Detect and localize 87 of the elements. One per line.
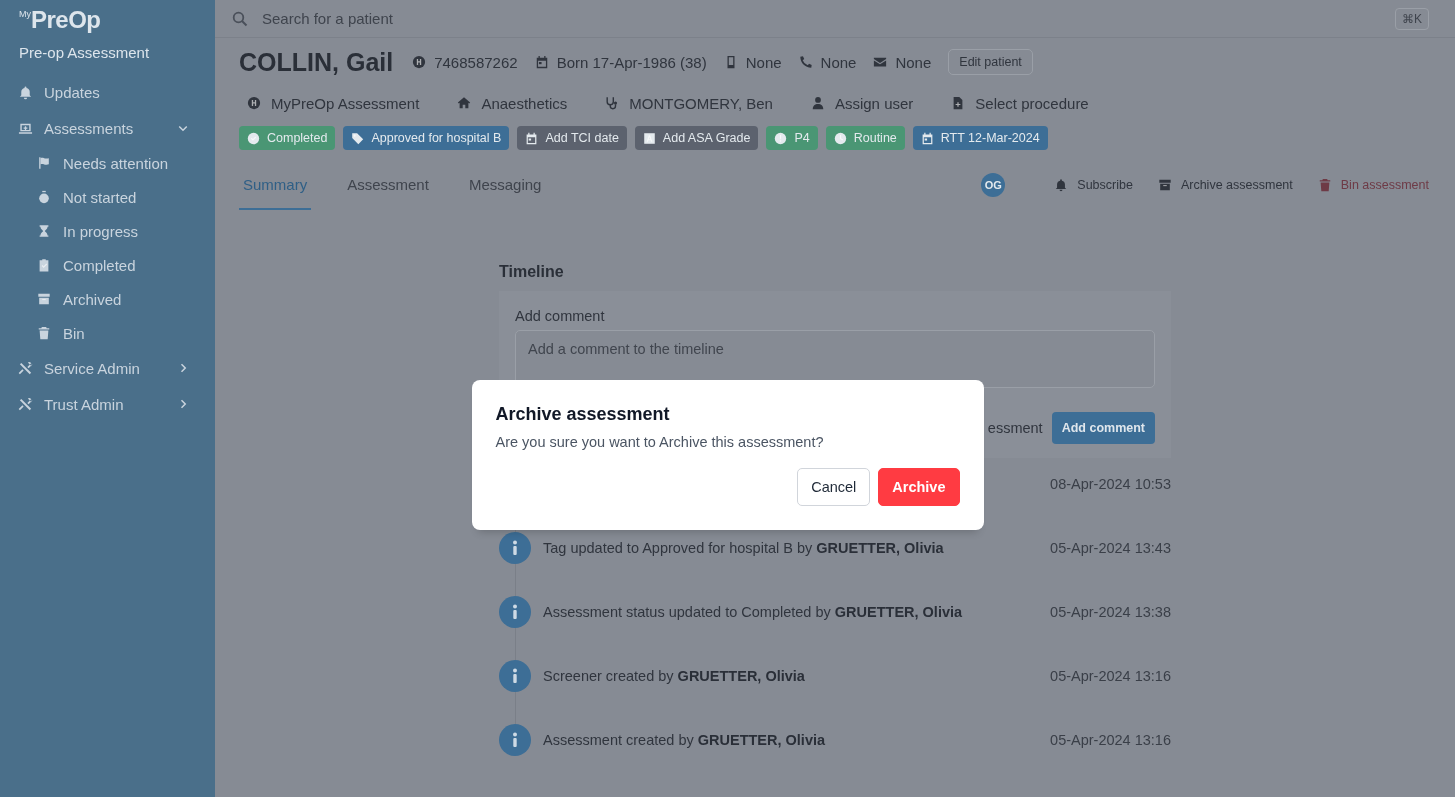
patient-detail[interactable]: Assign user	[834, 94, 914, 112]
sidebar-subitem[interactable]: Completed	[0, 248, 215, 282]
sidebar-subitem[interactable]: In progress	[0, 214, 215, 248]
timestamp: 05-Apr-2024 13:16	[1050, 668, 1171, 684]
archive-box-icon	[1157, 178, 1172, 192]
sidebar-item[interactable]: Trust Admin	[0, 386, 215, 422]
calendar-icon	[534, 55, 549, 69]
patient-info: None	[820, 53, 857, 71]
flag-icon	[37, 156, 51, 170]
patient-detail[interactable]: Select procedure	[975, 94, 1089, 112]
hospital-icon	[247, 96, 261, 110]
tag[interactable]: RTT 12-Mar-2024	[912, 126, 1048, 150]
sidebar-item[interactable]: Updates	[0, 74, 215, 110]
stethoscope-icon	[605, 96, 620, 110]
field-label: Add comment	[515, 308, 605, 324]
sidebar-subitem[interactable]: Needs attention	[0, 146, 215, 180]
bell-icon	[1054, 178, 1069, 192]
clock-icon	[833, 131, 847, 145]
patient-name: COLLIN, Gail	[239, 47, 394, 77]
tag[interactable]: Add TCI date	[517, 126, 627, 150]
tab[interactable]: Messaging	[464, 160, 546, 210]
tab[interactable]: Summary	[239, 160, 312, 210]
calendar-icon	[525, 131, 539, 145]
tag[interactable]: Add ASA Grade	[634, 126, 759, 150]
timestamp: 08-Apr-2024 10:53	[1050, 476, 1171, 492]
timestamp: 05-Apr-2024 13:43	[1050, 540, 1171, 556]
patient-info: 7468587262	[434, 53, 518, 71]
sidebar-item[interactable]: Assessments	[0, 110, 215, 146]
sidebar-subitem[interactable]: Archived	[0, 282, 215, 316]
action-button[interactable]: Archive assessment	[1157, 178, 1293, 192]
patient-info: Born 17-Apr-1986 (38)	[556, 53, 707, 71]
tag[interactable]: P4	[766, 126, 818, 150]
phone-icon	[798, 55, 813, 69]
search-field[interactable]: Search for a patient	[260, 9, 1383, 28]
timeline-entry: Assessment status updated to Completed by GRUETTER, Olivia	[543, 604, 964, 620]
exclamation-circle-icon	[774, 131, 788, 145]
check-circle-icon	[247, 131, 260, 145]
timeline-entry: Screener created by GRUETTER, Olivia	[543, 668, 806, 684]
info-icon	[499, 660, 531, 692]
user-avatar[interactable]: OG	[981, 173, 1006, 197]
user-icon	[810, 96, 825, 110]
hospital-icon	[412, 55, 427, 69]
timestamp: 05-Apr-2024 13:16	[1050, 732, 1171, 748]
sidebar-item[interactable]: Service Admin	[0, 350, 215, 386]
add-comment-button[interactable]: Add comment	[1051, 412, 1155, 444]
envelope-icon	[873, 55, 888, 69]
patient-info: None	[895, 53, 932, 71]
tag[interactable]: Approved for hospital B	[343, 126, 510, 150]
hourglass-icon	[37, 224, 51, 238]
bell-icon	[18, 84, 33, 100]
patient-detail[interactable]: Anaesthetics	[481, 94, 568, 112]
calendar-icon	[920, 131, 934, 145]
tag[interactable]: Completed	[239, 126, 336, 150]
sidebar-subitem[interactable]: Not started	[0, 180, 215, 214]
house-icon	[457, 96, 472, 110]
dialog-message: Are you sure you want to Archive this assessment?	[495, 434, 824, 450]
dialog-title: Archive assessment	[495, 404, 670, 425]
edit-patient-button[interactable]: Edit patient	[948, 49, 1033, 75]
tag-icon	[351, 131, 365, 145]
search-icon	[232, 10, 248, 27]
stopwatch-icon	[37, 190, 51, 204]
tab[interactable]: Assessment	[343, 160, 433, 210]
action-button[interactable]: Bin assessment	[1317, 178, 1429, 192]
patient-info: None	[745, 53, 782, 71]
info-icon	[499, 724, 531, 756]
checkbox-label: essment	[987, 420, 1043, 436]
archive-box-icon	[37, 292, 51, 306]
app-subtitle: Pre-op Assessment	[18, 43, 150, 61]
clipboard-check-icon	[37, 258, 51, 272]
timeline-entry: Assessment created by GRUETTER, Olivia	[543, 732, 827, 748]
patient-detail[interactable]: MyPreOp Assessment	[271, 94, 420, 112]
section-title: Timeline	[499, 263, 564, 281]
trash-icon	[1317, 178, 1332, 192]
info-icon	[499, 596, 531, 628]
timestamp: 05-Apr-2024 13:38	[1050, 604, 1171, 620]
trash-icon	[37, 326, 51, 340]
cancel-button[interactable]: Cancel	[797, 468, 871, 506]
comment-field[interactable]: Add a comment to the timeline	[515, 330, 1155, 388]
archive-button[interactable]: Archive	[878, 468, 960, 506]
info-icon	[499, 532, 531, 564]
timeline-entry: Tag updated to Approved for hospital B by GRUETTER, Olivia	[543, 540, 945, 556]
letter-square-icon	[642, 131, 656, 145]
tag[interactable]: Routine	[825, 126, 905, 150]
patient-detail[interactable]: MONTGOMERY, Ben	[629, 94, 773, 112]
sidebar-subitem[interactable]: Bin	[0, 316, 215, 350]
shortcut-hint: ⌘K	[1395, 7, 1429, 30]
action-button[interactable]: Subscribe	[1054, 178, 1133, 192]
